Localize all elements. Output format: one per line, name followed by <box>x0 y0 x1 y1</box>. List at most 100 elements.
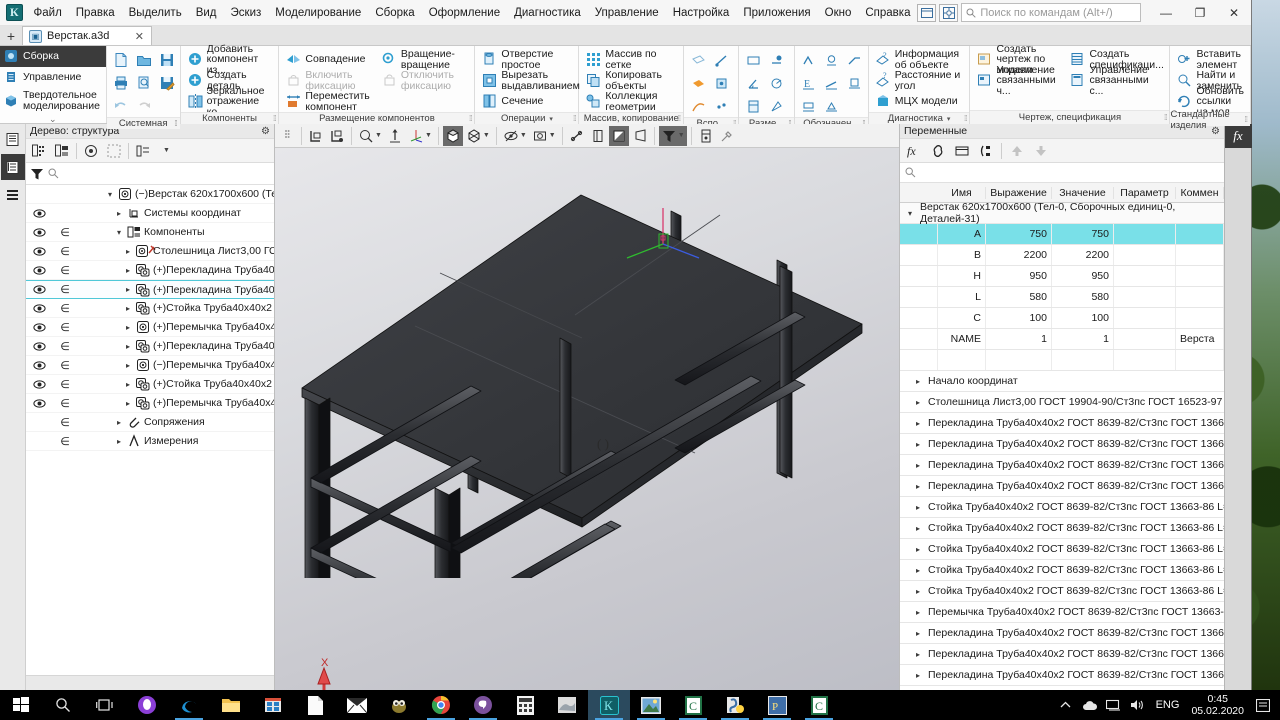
file-explorer-app[interactable] <box>210 690 252 720</box>
save-as-icon[interactable] <box>156 72 178 94</box>
menu-item-diagnostics[interactable]: Диагностика <box>507 3 588 23</box>
move-component-button[interactable]: Переместить компонент <box>282 91 377 112</box>
slope-mark-icon[interactable] <box>821 72 843 94</box>
twisty-icon[interactable]: ▸ <box>914 524 922 533</box>
variable-row[interactable]: A 750 750 <box>900 224 1224 245</box>
tree-row[interactable]: ∈ ▸ Столешница Лист3,00 ГОСТ 199 <box>26 242 274 261</box>
twisty-icon[interactable]: ▸ <box>123 380 133 389</box>
variables-item-row[interactable]: ▸ Перекладина Труба40х40х2 ГОСТ 8639-82/С… <box>900 455 1224 476</box>
variable-cell-value[interactable]: 1 <box>1052 329 1114 349</box>
link-icon[interactable] <box>927 140 949 162</box>
variables-item-row[interactable]: ▸ Перекладина Труба40х40х2 ГОСТ 8639-82/С… <box>900 476 1224 497</box>
variable-cell-comment[interactable] <box>1176 224 1224 244</box>
move-down-icon[interactable] <box>1030 140 1052 162</box>
twisty-icon[interactable]: ▸ <box>914 461 922 470</box>
twisty-icon[interactable]: ▸ <box>123 323 133 332</box>
tree-show-icon[interactable] <box>80 140 102 162</box>
menu-item-applications[interactable]: Приложения <box>736 3 817 23</box>
onedrive-icon[interactable] <box>1078 690 1102 720</box>
chrome-app[interactable] <box>420 690 462 720</box>
tree-row[interactable]: ∈ ▸ (+)Перекладина Труба40х40х2 ГО <box>26 280 274 299</box>
variable-cell-value[interactable]: 750 <box>1052 224 1114 244</box>
variable-cell-expression[interactable]: 100 <box>986 308 1052 328</box>
variables-item-row[interactable]: ▸ Столешница Лист3,00 ГОСТ 19904-90/Ст3пс… <box>900 392 1224 413</box>
zoom-window-icon[interactable]: ▼ <box>356 126 384 146</box>
twisty-icon[interactable]: ▸ <box>914 566 922 575</box>
angular-dimension-icon[interactable] <box>742 72 764 94</box>
variables-item-row[interactable]: ▸ Стойка Труба40х40х2 ГОСТ 8639-82/Ст3пс … <box>900 581 1224 602</box>
move-up-icon[interactable] <box>1006 140 1028 162</box>
variables-item-row[interactable]: ▸ Перекладина Труба40х40х2 ГОСТ 8639-82/С… <box>900 434 1224 455</box>
variables-search-row[interactable] <box>900 163 1224 183</box>
menu-item-settings[interactable]: Настройка <box>666 3 737 23</box>
orientation-icon[interactable]: ▼ <box>406 126 434 146</box>
tree-row[interactable]: ∈ ▾ Компоненты <box>26 223 274 242</box>
grip-icon[interactable]: ⁞⁞ <box>174 119 178 128</box>
twisty-icon[interactable]: ▸ <box>123 304 133 313</box>
column-header-expression[interactable]: Выражение <box>986 186 1052 199</box>
menu-item-formatting[interactable]: Оформление <box>422 3 507 23</box>
grip-icon[interactable]: ⁞⁞ <box>1245 115 1249 124</box>
visibility-eye-icon[interactable] <box>26 227 52 238</box>
variables-item-row[interactable]: ▸ Стойка Труба40х40х2 ГОСТ 8639-82/Ст3пс … <box>900 560 1224 581</box>
grip-icon[interactable] <box>277 126 297 146</box>
variable-row[interactable]: H 950 950 <box>900 266 1224 287</box>
aux-dots-icon[interactable] <box>710 95 732 117</box>
variable-cell-value[interactable]: 100 <box>1052 308 1114 328</box>
tree-row[interactable]: ▾ (−)Верстак 620x1700x600 (Тел-0, Сбор <box>26 185 274 204</box>
view-next-icon[interactable] <box>327 126 347 146</box>
coincidence-button[interactable]: Совпадение <box>282 49 377 70</box>
grip-icon[interactable]: ⁞⁞ <box>678 114 682 123</box>
panel-tab-tree[interactable] <box>0 154 25 180</box>
mail-app[interactable] <box>336 690 378 720</box>
variable-cell-parameter[interactable] <box>1114 287 1176 307</box>
tree-filter-dropdown[interactable]: ▼ <box>155 140 177 162</box>
print-preview-icon[interactable] <box>133 72 155 94</box>
manage-spec-button[interactable]: Управление связанными с... <box>1066 65 1166 96</box>
variables-item-row[interactable]: ▸ Перемычка Труба40х40х2 ГОСТ 8639-82/Ст3… <box>900 602 1224 623</box>
print-icon[interactable] <box>110 72 132 94</box>
menu-item-help[interactable]: Справка <box>858 3 917 23</box>
ribbon-settings-button[interactable] <box>939 3 959 22</box>
variable-cell-name[interactable] <box>938 350 986 370</box>
tree-row[interactable]: ∈ ▸ (+)Стойка Труба40х40х2 ГОСТ 863 <box>26 299 274 318</box>
tolerance-mark-icon[interactable] <box>821 95 843 117</box>
grip-icon[interactable]: ⁞⁞ <box>964 114 968 123</box>
external-vars-icon[interactable] <box>975 140 997 162</box>
menu-item-window[interactable]: Окно <box>818 3 859 23</box>
variable-cell-name[interactable]: A <box>938 224 986 244</box>
visibility-eye-icon[interactable] <box>26 360 52 371</box>
variables-item-row[interactable]: ▸ Перекладина Труба40х40х2 ГОСТ 8639-82/С… <box>900 665 1224 686</box>
variables-group-row[interactable]: ▾ Верстак 620x1700x600 (Тел-0, Сборочных … <box>900 203 1224 225</box>
tree-row[interactable]: ∈ ▸ (+)Перекладина Труба40х40х2 ГО <box>26 337 274 356</box>
menu-item-modeling[interactable]: Моделирование <box>268 3 368 23</box>
twisty-icon[interactable]: ▸ <box>123 361 133 370</box>
language-indicator[interactable]: ENG <box>1150 699 1186 711</box>
manage-drawings-button[interactable]: Управление связанными ч... <box>973 65 1066 96</box>
variable-cell-blank[interactable] <box>900 350 938 370</box>
ribbon-mode-solid-modeling[interactable]: Твердотельное моделирование <box>0 87 106 115</box>
document-tab-verstak[interactable]: ▣ Верстак.a3d ✕ <box>22 26 152 45</box>
twisty-icon[interactable]: ▸ <box>123 285 133 294</box>
mirror-component-button[interactable]: Зеркальное отражение ко... <box>184 86 276 117</box>
variables-grid[interactable]: ▾ Верстак 620x1700x600 (Тел-0, Сборочных … <box>900 203 1224 690</box>
tree-row[interactable]: ∈ ▸ Сопряжения <box>26 413 274 432</box>
volume-icon[interactable] <box>1126 690 1150 720</box>
model-canvas[interactable]: ( ) X Y <box>275 148 899 690</box>
variable-cell-name[interactable]: H <box>938 266 986 286</box>
search-button[interactable] <box>42 690 84 720</box>
mass-properties-button[interactable]: МЦХ модели <box>872 91 961 112</box>
chevron-down-icon[interactable]: ▾ <box>549 115 553 123</box>
variable-cell-comment[interactable] <box>1176 287 1224 307</box>
redo-icon[interactable] <box>133 95 155 117</box>
visibility-eye-icon[interactable] <box>26 208 52 219</box>
cortana-app[interactable] <box>126 690 168 720</box>
layout-toggle-button[interactable] <box>917 3 937 22</box>
insert-element-button[interactable]: Вставить элемент <box>1173 49 1247 70</box>
column-header-name[interactable]: Имя <box>938 186 986 199</box>
grip-icon[interactable]: ⁞⁞ <box>469 114 473 123</box>
twisty-icon[interactable]: ▸ <box>914 587 922 596</box>
column-header-comment[interactable]: Коммен <box>1176 186 1224 199</box>
visibility-eye-icon[interactable] <box>26 322 52 333</box>
fx-icon[interactable]: fx <box>903 140 925 162</box>
